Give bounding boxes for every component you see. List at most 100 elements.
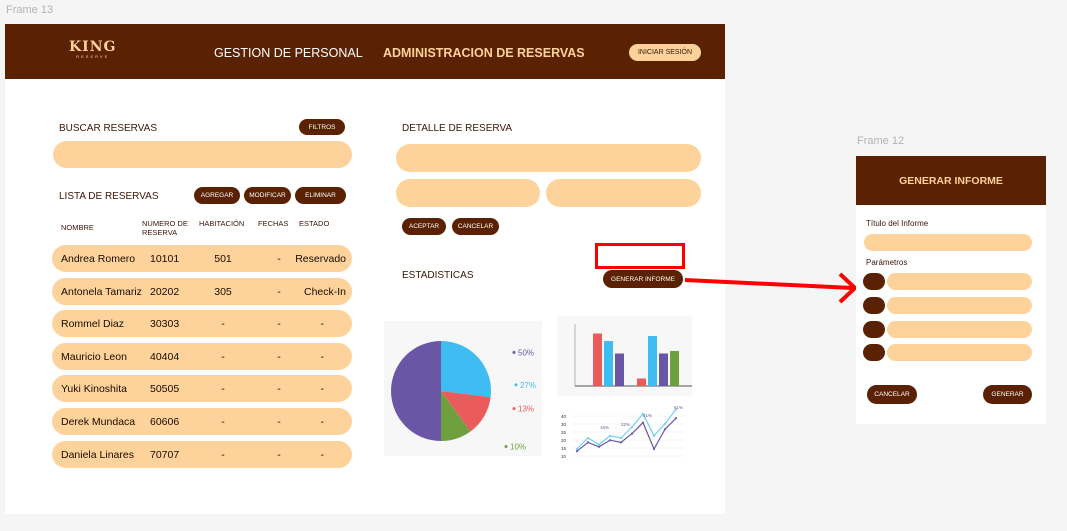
detail-field-3[interactable]: [546, 179, 701, 207]
bar: [670, 351, 679, 386]
cell-fechas: -: [277, 253, 281, 265]
cell-habitacion: 305: [214, 285, 232, 298]
nav-gestion-personal[interactable]: GESTION DE PERSONAL: [214, 46, 363, 60]
cell-fechas: -: [277, 285, 281, 298]
table-row[interactable]: Yuki Kinoshita 50505 - - -: [52, 375, 352, 403]
king-reserve-logo[interactable]: KING RESERVE: [69, 40, 116, 59]
cell-estado: -: [320, 350, 325, 363]
column-header-numero-line1: NUMERO DE: [142, 219, 188, 228]
cell-fechas: -: [277, 350, 281, 363]
cell-habitacion: -: [221, 448, 225, 461]
param-toggle-4[interactable]: [863, 344, 885, 361]
line-point: [674, 417, 678, 420]
bar: [604, 341, 613, 386]
cell-numero: 40404: [150, 350, 180, 363]
frame-13-label: Frame 13: [6, 4, 54, 16]
cell-estado: Reservado: [295, 253, 346, 265]
table-row[interactable]: Derek Mundaca 60606 - - -: [52, 408, 352, 435]
pie-chart: 50% 27% 13% 10%: [384, 321, 542, 456]
cell-habitacion: -: [221, 350, 225, 363]
nav-administracion-reservas[interactable]: ADMINISTRACION DE RESERVAS: [383, 46, 585, 60]
pie-label-marker: [512, 407, 516, 411]
line-point: [652, 434, 656, 437]
line-point: [619, 436, 623, 440]
report-title-input[interactable]: [864, 234, 1032, 251]
param-field-2[interactable]: [887, 297, 1032, 314]
report-header: GENERAR INFORME: [856, 156, 1046, 205]
table-row[interactable]: Daniela Linares 70707 - - -: [52, 440, 352, 468]
cell-nombre: Yuki Kinoshita: [61, 383, 127, 396]
cell-fechas: -: [277, 318, 281, 331]
line-point: [608, 434, 612, 437]
pie-label: 10%: [510, 442, 526, 451]
line-point-label: 22%: [621, 422, 630, 427]
line-point: [663, 422, 667, 425]
param-toggle-1[interactable]: [863, 273, 885, 290]
login-button[interactable]: INICIAR SESIÓN: [628, 43, 702, 62]
table-row[interactable]: Rommel Diaz 30303 - - -: [52, 310, 352, 338]
accept-button[interactable]: ACEPTAR: [402, 218, 446, 235]
detail-title: DETALLE DE RESERVA: [402, 123, 513, 134]
report-generate-button[interactable]: GENERAR: [983, 385, 1032, 404]
table-row[interactable]: Antonela Tamariz 20202 305 - Check-In: [52, 277, 352, 305]
cell-numero: 70707: [150, 448, 180, 461]
param-field-3[interactable]: [887, 321, 1032, 338]
pie-label: 27%: [520, 381, 536, 390]
add-button[interactable]: AGREGAR: [194, 187, 240, 204]
reservations-list-title: LISTA DE RESERVAS: [59, 191, 159, 202]
params-label: Parámetros: [866, 258, 908, 267]
param-toggle-2[interactable]: [863, 297, 885, 314]
line-y-tick: 15: [561, 446, 567, 451]
cell-estado: -: [320, 383, 325, 396]
column-header-estado: ESTADO: [299, 219, 330, 228]
table-row[interactable]: Andrea Romero 10101 501 - Reservado: [52, 245, 352, 272]
pie-label-marker: [504, 444, 508, 448]
cell-nombre: Andrea Romero: [61, 253, 136, 265]
cancel-detail-button[interactable]: CANCELAR: [452, 218, 499, 235]
column-header-numero: NUMERO DE RESERVA: [142, 219, 188, 237]
cell-nombre: Rommel Diaz: [61, 318, 125, 331]
line-point: [575, 450, 579, 453]
line-point: [652, 447, 656, 451]
search-input[interactable]: [53, 141, 352, 168]
line-point: [608, 439, 612, 442]
line-point: [597, 443, 601, 446]
cell-numero: 60606: [150, 416, 180, 428]
cell-numero: 30303: [150, 318, 180, 331]
cell-fechas: -: [277, 448, 281, 461]
pie-label-marker: [512, 350, 516, 354]
reservations-admin-frame: KING RESERVE GESTION DE PERSONAL ADMINIS…: [5, 24, 725, 514]
logo-main-text: KING: [69, 39, 117, 55]
bar-chart: [557, 316, 692, 396]
search-title: BUSCAR RESERVAS: [59, 123, 157, 134]
report-cancel-button[interactable]: CANCELAR: [867, 385, 917, 404]
cell-numero: 10101: [150, 253, 180, 265]
modify-button[interactable]: MODIFICAR: [244, 187, 291, 204]
cell-estado: -: [320, 318, 325, 331]
line-point: [586, 436, 590, 440]
cell-habitacion: -: [221, 416, 225, 428]
bar: [593, 333, 602, 386]
line-y-tick: 30: [561, 422, 567, 427]
param-field-4[interactable]: [887, 344, 1032, 361]
table-row[interactable]: Mauricio Leon 40404 - - -: [52, 342, 352, 370]
line-chart: 40 30 25 20 15 10 15% 22% 41% 61%: [557, 402, 687, 472]
cell-numero: 20202: [150, 285, 180, 298]
filters-button[interactable]: FILTROS: [299, 119, 345, 135]
stats-title: ESTADISTICAS: [402, 270, 474, 281]
pie-label: 13%: [518, 405, 534, 414]
param-toggle-3[interactable]: [863, 321, 885, 338]
delete-button[interactable]: ELIMINAR: [295, 187, 346, 204]
line-y-tick: 25: [561, 430, 567, 435]
generate-report-highlight: [595, 243, 685, 269]
bar: [648, 336, 657, 386]
line-point: [641, 421, 645, 424]
param-field-1[interactable]: [887, 273, 1032, 290]
cell-estado: Check-In: [303, 285, 346, 298]
line-y-tick: 40: [561, 414, 567, 419]
detail-field-1[interactable]: [396, 144, 701, 172]
pie-label: 50%: [518, 348, 534, 357]
line-point: [663, 428, 667, 431]
detail-field-2[interactable]: [396, 179, 540, 207]
generate-report-button[interactable]: GENERAR INFORME: [603, 270, 683, 288]
